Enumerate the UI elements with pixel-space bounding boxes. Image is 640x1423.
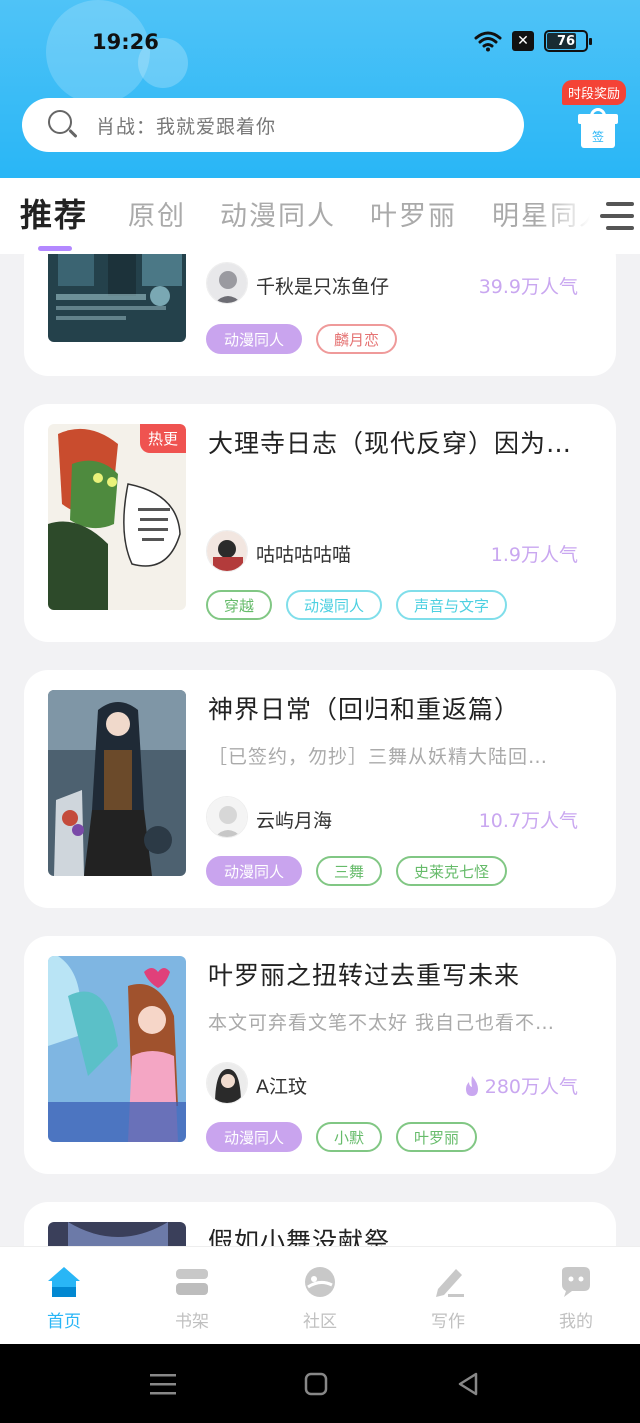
back-icon[interactable] xyxy=(456,1372,480,1396)
popularity-count: 39.9万人气 xyxy=(478,276,578,298)
author-name: 云屿月海 xyxy=(256,810,333,832)
search-icon xyxy=(48,110,78,140)
nav-bookshelf[interactable]: 书架 xyxy=(152,1265,232,1332)
book-description: ［已签约，勿抄］三舞从妖精大陆回… xyxy=(208,746,549,768)
home-icon xyxy=(48,1267,80,1297)
hot-update-badge: 热更 xyxy=(139,424,186,453)
tab-anime-fanfic[interactable]: 动漫同人 xyxy=(220,194,336,233)
tag-list: 穿越 动漫同人 声音与文字 xyxy=(206,590,508,620)
battery-level: 76 xyxy=(556,33,576,49)
system-nav-bar xyxy=(0,1344,640,1423)
community-icon xyxy=(305,1267,335,1297)
tag[interactable]: 穿越 xyxy=(206,590,273,620)
author-name: A江玟 xyxy=(256,1076,307,1098)
popularity-count: 10.7万人气 xyxy=(478,810,578,832)
book-cover xyxy=(48,1222,186,1246)
gift-icon: 签 xyxy=(578,108,618,148)
active-tab-indicator xyxy=(38,246,72,251)
book-cover: 热更 xyxy=(48,424,186,610)
search-bar[interactable]: 肖战：我就爱跟着你 xyxy=(22,98,524,152)
book-card[interactable]: 千秋是只冻鱼仔 39.9万人气 动漫同人 麟月恋 xyxy=(24,254,616,376)
header: 19:26 ✕ 76 肖战：我就爱跟着你 时段奖励 签 xyxy=(0,0,640,178)
popularity-count: 1.9万人气 xyxy=(490,544,578,566)
book-title: 叶罗丽之扭转过去重写未来 xyxy=(208,961,521,990)
book-title: 神界日常（回归和重返篇） xyxy=(208,695,521,724)
book-card[interactable]: 叶罗丽之扭转过去重写未来 本文可弃看文笔不太好 我自己也看不… A江玟 280万… xyxy=(24,936,616,1174)
close-square-icon: ✕ xyxy=(512,31,534,51)
bottom-nav: 首页 书架 社区 写作 我的 xyxy=(0,1246,640,1344)
tag[interactable]: 动漫同人 xyxy=(206,1122,303,1152)
tag[interactable]: 动漫同人 xyxy=(206,324,303,354)
tag-list: 动漫同人 三舞 史莱克七怪 xyxy=(206,856,508,886)
tag[interactable]: 麟月恋 xyxy=(316,324,398,354)
tag-list: 动漫同人 麟月恋 xyxy=(206,324,398,354)
tab-original[interactable]: 原创 xyxy=(128,194,186,233)
status-icons: ✕ 76 xyxy=(474,30,592,52)
author-avatar xyxy=(206,262,248,304)
book-card[interactable]: 神界日常（回归和重返篇） ［已签约，勿抄］三舞从妖精大陆回… 云屿月海 10.7… xyxy=(24,670,616,908)
book-cover xyxy=(48,254,186,342)
author-avatar xyxy=(206,1062,248,1104)
recent-apps-icon[interactable] xyxy=(150,1372,176,1396)
tag[interactable]: 声音与文字 xyxy=(396,590,508,620)
book-title: 假如小舞没献祭 xyxy=(208,1227,391,1246)
tag[interactable]: 史莱克七怪 xyxy=(396,856,508,886)
battery-icon: 76 xyxy=(544,30,592,52)
author-avatar xyxy=(206,796,248,838)
fire-icon xyxy=(465,1075,478,1096)
author-name: 咕咕咕咕喵 xyxy=(256,544,352,566)
book-card[interactable]: 假如小舞没献祭 xyxy=(24,1202,616,1246)
bookshelf-icon xyxy=(176,1269,208,1295)
search-placeholder: 肖战：我就爱跟着你 xyxy=(96,115,277,138)
author-avatar xyxy=(206,530,248,572)
home-button-icon[interactable] xyxy=(304,1372,328,1396)
sign-label: 签 xyxy=(581,124,615,148)
write-icon xyxy=(436,1269,464,1297)
status-time: 19:26 xyxy=(92,30,159,54)
profile-icon xyxy=(562,1267,590,1297)
tag[interactable]: 动漫同人 xyxy=(206,856,303,886)
author-name: 千秋是只冻鱼仔 xyxy=(256,276,390,298)
tag[interactable]: 动漫同人 xyxy=(286,590,383,620)
category-tabs: 推荐 原创 动漫同人 叶罗丽 明星同人 xyxy=(0,178,640,254)
book-cover xyxy=(48,956,186,1142)
book-description: 本文可弃看文笔不太好 我自己也看不… xyxy=(208,1012,556,1034)
tag-list: 动漫同人 小默 叶罗丽 xyxy=(206,1122,478,1152)
nav-write[interactable]: 写作 xyxy=(408,1265,488,1332)
book-feed: 千秋是只冻鱼仔 39.9万人气 动漫同人 麟月恋 热更 大理寺日志（现代反穿）因… xyxy=(0,254,640,1246)
nav-home[interactable]: 首页 xyxy=(24,1265,104,1332)
menu-icon[interactable] xyxy=(600,202,634,230)
tag[interactable]: 小默 xyxy=(316,1122,383,1152)
book-title: 大理寺日志（现代反穿）因为… xyxy=(208,429,573,458)
wifi-icon xyxy=(474,31,502,52)
popularity-count: 280万人气 xyxy=(463,1072,578,1099)
book-card[interactable]: 热更 大理寺日志（现代反穿）因为… 咕咕咕咕喵 1.9万人气 穿越 动漫同人 声… xyxy=(24,404,616,642)
nav-profile[interactable]: 我的 xyxy=(536,1265,616,1332)
nav-community[interactable]: 社区 xyxy=(280,1265,360,1332)
book-cover xyxy=(48,690,186,876)
time-reward-button[interactable]: 时段奖励 签 xyxy=(560,80,626,152)
tag[interactable]: 叶罗丽 xyxy=(396,1122,478,1152)
tag[interactable]: 三舞 xyxy=(316,856,383,886)
tab-yeluoli[interactable]: 叶罗丽 xyxy=(370,194,457,233)
tab-recommend[interactable]: 推荐 xyxy=(20,190,88,236)
reward-badge: 时段奖励 xyxy=(561,80,626,105)
